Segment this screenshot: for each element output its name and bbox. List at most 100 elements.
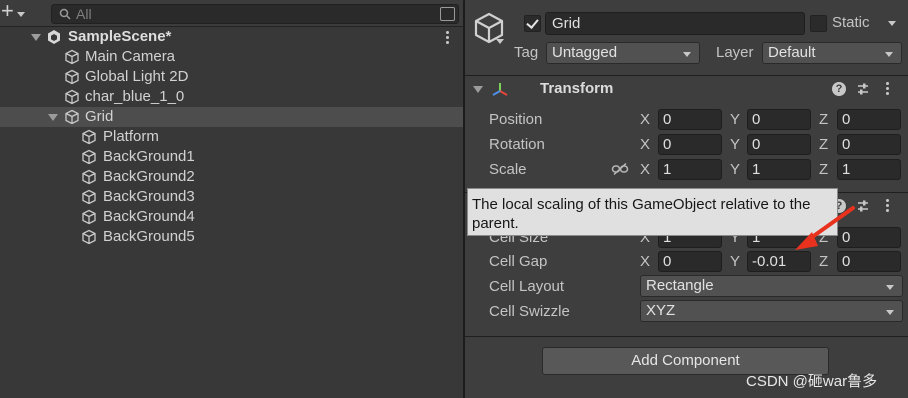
tag-value: Untagged [552,44,618,61]
hierarchy-item[interactable]: BackGround3 [0,187,463,207]
hierarchy-item[interactable]: Main Camera [0,47,463,67]
hierarchy-item-label: Main Camera [85,48,176,65]
chevron-down-icon [17,12,25,17]
help-icon[interactable]: ? [832,82,846,96]
axis-z-label[interactable]: Z [819,161,828,178]
scale-y-field[interactable]: 1 [747,159,811,180]
hierarchy-item-label: Platform [103,128,159,145]
axis-z-label[interactable]: Z [819,136,828,153]
scale-z-field[interactable]: 1 [837,159,901,180]
chevron-down-icon [886,285,894,290]
active-checkbox[interactable] [524,15,541,32]
presets-icon[interactable] [856,82,870,96]
layer-value: Default [768,44,816,61]
kebab-menu-icon[interactable] [446,31,449,44]
position-z-field[interactable]: 0 [837,109,901,130]
search-icon [59,8,71,20]
position-y-field[interactable]: 0 [747,109,811,130]
expand-arrow-icon[interactable] [31,34,41,41]
scene-row[interactable]: SampleScene* [0,27,463,47]
link-scale-icon[interactable] [611,162,629,176]
axis-y-label[interactable]: Y [730,136,740,153]
chevron-down-icon [885,52,893,57]
search-scene-picker-icon[interactable] [440,7,455,21]
hierarchy-search-input[interactable]: All [51,4,459,24]
hierarchy-item[interactable]: BackGround2 [0,167,463,187]
scale-x-field[interactable]: 1 [658,159,722,180]
chevron-down-icon [683,52,691,57]
chevron-down-icon[interactable] [496,39,504,44]
gameobject-cube-icon [65,69,79,85]
hierarchy-item-label: BackGround3 [103,188,195,205]
axis-z-label[interactable]: Z [819,253,828,270]
hierarchy-item[interactable]: BackGround4 [0,207,463,227]
rotation-label: Rotation [489,136,545,153]
axis-x-label[interactable]: X [640,161,650,178]
cell-layout-dropdown[interactable]: Rectangle [640,275,903,297]
gameobject-cube-icon [65,89,79,105]
axis-x-label[interactable]: X [640,136,650,153]
axis-y-label[interactable]: Y [730,253,740,270]
rotation-z-field[interactable]: 0 [837,134,901,155]
axis-z-label[interactable]: Z [819,111,828,128]
gameobject-cube-icon [82,229,96,245]
hierarchy-item-selected[interactable]: Grid [0,107,463,127]
gameobject-cube-icon [82,149,96,165]
scene-unity-icon [48,30,60,44]
rotation-y-field[interactable]: 0 [747,134,811,155]
tag-label: Tag [514,44,539,61]
hierarchy-item-label: BackGround2 [103,168,195,185]
tag-dropdown[interactable]: Untagged [546,42,700,64]
presets-icon[interactable] [856,199,870,213]
transform-title: Transform [540,80,614,97]
cell-gap-x-field[interactable]: 0 [658,251,722,272]
axis-x-label[interactable]: X [640,253,650,270]
scene-name: SampleScene* [68,28,172,45]
scale-label: Scale [489,161,527,178]
layer-label: Layer [716,44,754,61]
hierarchy-item-label: BackGround5 [103,228,195,245]
hierarchy-item[interactable]: Global Light 2D [0,67,463,87]
cell-gap-label: Cell Gap [489,253,548,270]
foldout-arrow-icon[interactable] [473,86,483,93]
kebab-menu-icon[interactable] [886,199,889,213]
static-dropdown-icon[interactable] [888,21,896,26]
gameobject-cube-icon [82,129,96,145]
hierarchy-item[interactable]: BackGround5 [0,227,463,247]
cell-layout-value: Rectangle [646,277,714,294]
transform-header[interactable]: Transform ? [465,75,908,102]
static-checkbox[interactable] [810,15,827,32]
cell-gap-y-field[interactable]: -0.01 [747,251,811,272]
chevron-down-icon [886,310,894,315]
component-header-icons: ? [832,199,902,215]
watermark: CSDN @砸war鲁多 [746,373,878,390]
cell-swizzle-dropdown[interactable]: XYZ [640,300,903,322]
axis-y-label[interactable]: Y [730,111,740,128]
hierarchy-item-label: Global Light 2D [85,68,189,85]
hierarchy-item[interactable]: Platform [0,127,463,147]
static-label: Static [832,14,870,31]
cell-size-z-field[interactable]: 0 [837,227,901,248]
axis-x-label[interactable]: X [640,111,650,128]
separator [465,336,908,337]
rotation-x-field[interactable]: 0 [658,134,722,155]
layer-dropdown[interactable]: Default [762,42,902,64]
transform-axes-icon [492,83,508,96]
component-header-icons: ? [832,82,902,98]
axis-y-label[interactable]: Y [730,161,740,178]
hierarchy-panel: + All SampleScene* Main Camera Global Li… [0,0,463,398]
hierarchy-item-label: BackGround4 [103,208,195,225]
create-button[interactable]: + [0,0,28,25]
cell-swizzle-label: Cell Swizzle [489,303,570,320]
expand-arrow-icon[interactable] [48,114,58,121]
cell-gap-z-field[interactable]: 0 [837,251,901,272]
gameobject-cube-icon [65,109,79,125]
hierarchy-item-label: Grid [85,108,114,125]
object-name-field[interactable]: Grid [545,12,805,35]
hierarchy-toolbar: + All [0,0,463,27]
hierarchy-item[interactable]: BackGround1 [0,147,463,167]
position-x-field[interactable]: 0 [658,109,722,130]
kebab-menu-icon[interactable] [886,82,889,96]
hierarchy-item[interactable]: char_blue_1_0 [0,87,463,107]
scale-tooltip: The local scaling of this GameObject rel… [467,188,838,236]
